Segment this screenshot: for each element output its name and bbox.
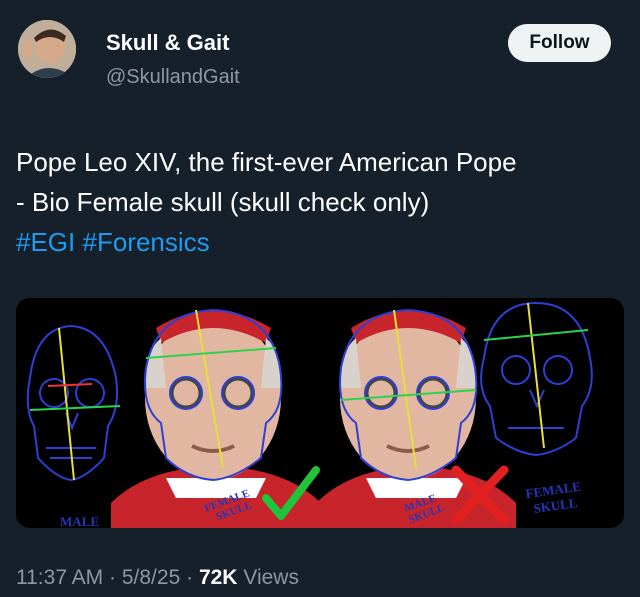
tweet-media-image[interactable]: MALE FEMALE SKULL MALE SKULL FEMALE SKUL… xyxy=(16,298,624,528)
meta-separator-1: · xyxy=(109,566,117,589)
tweet-text-line-1: Pope Leo XIV, the first-ever American Po… xyxy=(16,147,517,177)
tweet-hashtags: #EGI #Forensics xyxy=(16,222,616,262)
avatar[interactable] xyxy=(18,20,76,78)
label-male: MALE xyxy=(60,514,99,528)
hashtag-forensics[interactable]: #Forensics xyxy=(82,227,209,257)
author-info[interactable]: Skull & Gait @SkullandGait xyxy=(106,30,240,90)
views-label: Views xyxy=(243,566,299,589)
hashtag-egi[interactable]: #EGI xyxy=(16,227,75,257)
views-count: 72K xyxy=(198,566,238,589)
tweet-meta: 11:37 AM · 5/8/25 · 72K Views xyxy=(16,566,299,590)
tweet-text: Pope Leo XIV, the first-ever American Po… xyxy=(16,142,616,262)
meta-separator-2: · xyxy=(186,566,194,589)
tweet-date[interactable]: 5/8/25 xyxy=(122,566,180,589)
avatar-image xyxy=(18,20,76,78)
follow-button[interactable]: Follow xyxy=(508,24,611,62)
tweet-text-line-2: - Bio Female skull (skull check only) xyxy=(16,187,430,217)
author-display-name[interactable]: Skull & Gait xyxy=(106,30,240,56)
author-handle[interactable]: @SkullandGait xyxy=(106,64,240,90)
skull-comparison-graphic: MALE FEMALE SKULL MALE SKULL FEMALE SKUL… xyxy=(16,298,624,528)
tweet-time[interactable]: 11:37 AM xyxy=(16,566,103,589)
